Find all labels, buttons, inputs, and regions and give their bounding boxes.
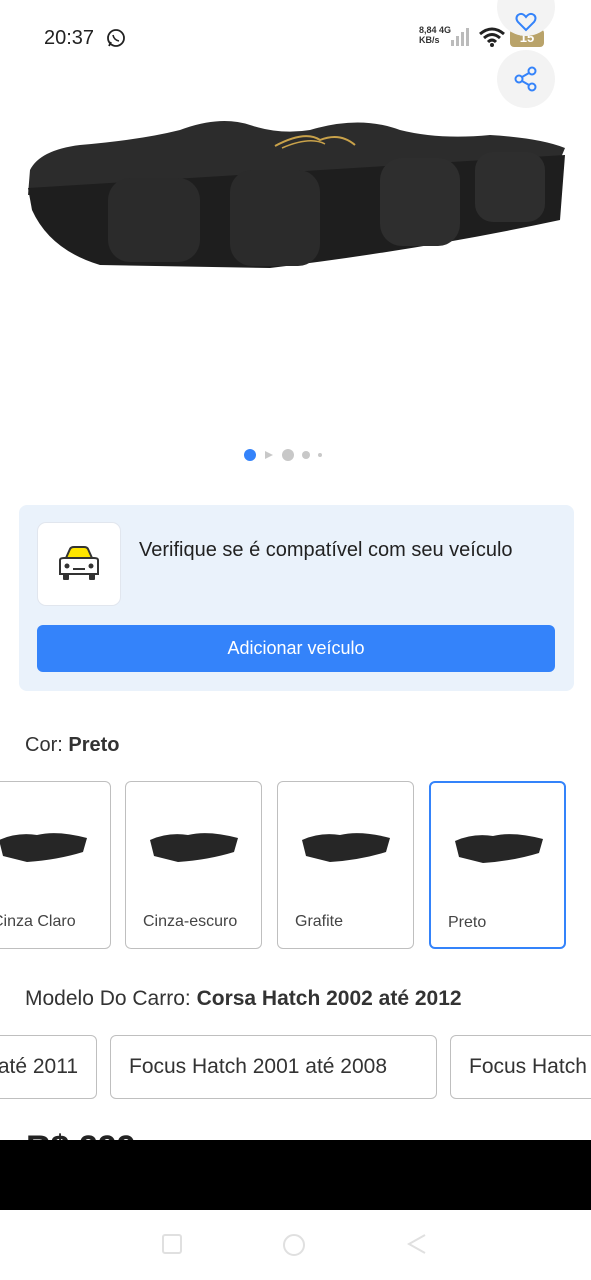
model-selected: Corsa Hatch 2002 até 2012	[196, 987, 462, 1010]
color-option-selected[interactable]: Preto	[429, 781, 566, 949]
heart-icon	[515, 12, 537, 32]
color-option[interactable]: Cinza-escuro	[125, 781, 262, 949]
model-option-label: Focus Hatch 2001 até 2008	[129, 1055, 388, 1078]
pager-dot[interactable]	[282, 449, 294, 461]
status-time: 20:37	[44, 27, 95, 49]
color-option[interactable]: Grafite	[277, 781, 414, 949]
recents-icon[interactable]	[160, 1232, 184, 1256]
model-option-label: até 2011	[0, 1055, 78, 1078]
whatsapp-icon	[107, 29, 125, 47]
home-icon[interactable]	[281, 1232, 307, 1258]
wifi-icon	[479, 27, 505, 47]
color-option-label: Preto	[448, 914, 487, 931]
car-icon	[59, 546, 99, 580]
product-thumbnail	[455, 834, 543, 863]
signal-icon	[451, 28, 469, 46]
black-bar	[0, 1140, 591, 1210]
product-thumbnail	[302, 833, 390, 862]
model-option[interactable]: Focus Hatch 2001 até 2008	[110, 1035, 437, 1099]
vehicle-tile	[38, 523, 120, 605]
product-image[interactable]	[20, 100, 570, 300]
product-thumbnail	[0, 833, 87, 862]
product-thumbnail	[150, 833, 238, 862]
color-option-label: Grafite	[295, 913, 344, 930]
color-option-label: Cinza-escuro	[143, 913, 238, 930]
model-label-prefix: Modelo Do Carro:	[25, 987, 191, 1010]
model-option-label: Focus Hatch	[469, 1055, 587, 1078]
pager-dot-active[interactable]	[244, 449, 256, 461]
model-option[interactable]: Focus Hatch	[450, 1035, 591, 1099]
model-label: Modelo Do Carro: Corsa Hatch 2002 até 20…	[25, 987, 462, 1011]
back-icon[interactable]	[405, 1232, 429, 1256]
share-icon	[514, 66, 537, 92]
color-label: Cor: Preto	[25, 734, 119, 757]
price: R$ 299	[26, 1128, 136, 1140]
color-option-label: Cinza Claro	[0, 913, 76, 930]
add-vehicle-button[interactable]: Adicionar veículo	[37, 625, 555, 672]
color-selected: Preto	[68, 734, 120, 756]
compatibility-text: Verifique se é compatível com seu veícul…	[139, 539, 513, 561]
model-option[interactable]: até 2011	[0, 1035, 97, 1099]
color-label-prefix: Cor:	[25, 734, 63, 756]
pager-dot[interactable]	[302, 451, 310, 459]
color-option[interactable]: Cinza Claro	[0, 781, 111, 949]
image-pagination	[244, 449, 322, 461]
pager-dot[interactable]	[318, 453, 322, 457]
play-icon[interactable]	[264, 450, 274, 460]
